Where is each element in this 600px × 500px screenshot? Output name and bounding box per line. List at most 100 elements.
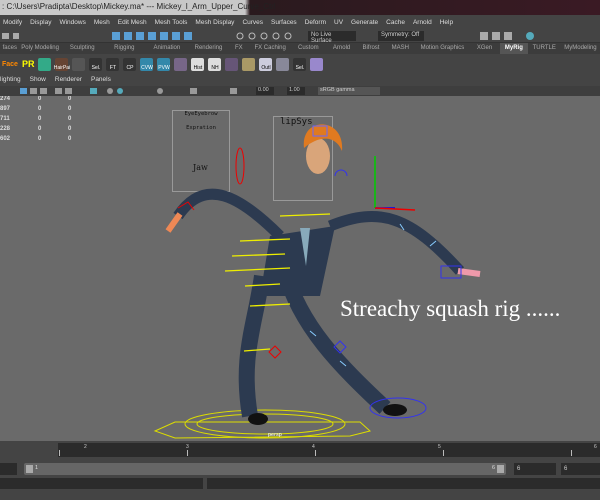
tab-poly-modeling[interactable]: Poly Modeling <box>20 43 61 54</box>
panel-toolbar-icons[interactable] <box>0 86 250 96</box>
window-title: : C:\Users\Pradipta\Desktop\Mickey.ma* -… <box>2 2 276 11</box>
range-end-label: 6 <box>492 465 496 471</box>
shelf-chevron-icon[interactable] <box>225 57 239 71</box>
camera-label: persp <box>268 432 282 438</box>
viewport-persp[interactable]: 274 0 0 897 0 0 711 0 0 228 0 0 602 0 0 EyeEyebrow… <box>0 96 600 441</box>
right-shoe <box>383 404 407 416</box>
shelf-maya-icon[interactable] <box>38 57 52 71</box>
shelf-tabs: faces Poly Modeling Sculpting Rigging An… <box>0 43 600 54</box>
gamma-field[interactable]: 1.00 <box>287 87 305 95</box>
menu-deform[interactable]: Deform <box>305 19 326 26</box>
time-tick <box>59 450 60 456</box>
time-tick-label: 6 <box>594 444 597 450</box>
fk-controls <box>177 147 282 359</box>
start-time-field[interactable] <box>0 463 17 475</box>
shelf-ft-button[interactable]: FT <box>106 57 120 71</box>
max-time-field[interactable]: 6 <box>561 463 600 475</box>
menu-arnold[interactable]: Arnold <box>413 19 432 26</box>
shelf-cp-button[interactable]: CP <box>123 57 137 71</box>
tab-mash[interactable]: MASH <box>385 43 416 54</box>
range-slider[interactable]: 1 6 <box>24 463 506 475</box>
time-tick <box>315 450 316 456</box>
tab-fx-caching[interactable]: FX Caching <box>250 43 291 54</box>
character-rig[interactable] <box>0 96 600 441</box>
menu-generate[interactable]: Generate <box>351 19 378 26</box>
time-tick-label: 2 <box>84 444 87 450</box>
exposure-field[interactable]: 0.00 <box>256 87 274 95</box>
time-tick-label: 5 <box>438 444 441 450</box>
time-slider[interactable]: 2 3 4 5 6 <box>58 443 600 457</box>
panel-toolbar: 0.00 1.00 sRGB gamma <box>0 86 600 96</box>
menu-curves[interactable]: Curves <box>242 19 263 26</box>
tab-motion-graphics[interactable]: Motion Graphics <box>416 43 469 54</box>
shelf-cvw-button[interactable]: CVW <box>140 57 154 71</box>
shelf-sel-button[interactable]: Sel. <box>89 57 103 71</box>
tab-sculpting[interactable]: Sculpting <box>61 43 104 54</box>
live-surface-field[interactable]: No Live Surface <box>308 31 356 44</box>
time-tick <box>443 450 444 456</box>
menu-help[interactable]: Help <box>440 19 453 26</box>
title-bar: : C:\Users\Pradipta\Desktop\Mickey.ma* -… <box>0 0 600 15</box>
x-axis-gizmo <box>374 207 416 211</box>
menu-uv[interactable]: UV <box>334 19 343 26</box>
left-leg <box>238 274 270 418</box>
shelf-cube-icon[interactable] <box>276 57 290 71</box>
tab-turtle[interactable]: TURTLE <box>528 43 561 54</box>
status-toolbar <box>0 29 600 43</box>
menu-surfaces[interactable]: Surfaces <box>271 19 297 26</box>
range-start-label: 1 <box>35 465 39 471</box>
menu-cache[interactable]: Cache <box>386 19 405 26</box>
command-result <box>207 478 600 489</box>
menu-modify[interactable]: Modify <box>3 19 22 26</box>
shelf-sel2-button[interactable]: Sel. <box>293 57 307 71</box>
tab-xgen[interactable]: XGen <box>469 43 500 54</box>
tab-fx[interactable]: FX <box>228 43 250 54</box>
menu-mesh-display[interactable]: Mesh Display <box>195 19 234 26</box>
torso <box>260 226 335 296</box>
time-tick <box>571 450 572 456</box>
menu-display[interactable]: Display <box>30 19 51 26</box>
range-end-handle[interactable] <box>497 465 504 473</box>
tab-animation[interactable]: Animation <box>145 43 189 54</box>
tab-arnold[interactable]: Arnold <box>326 43 357 54</box>
menu-mesh[interactable]: Mesh <box>94 19 110 26</box>
shelf-outl-button[interactable]: Outl <box>259 57 273 71</box>
right-arm <box>327 211 465 275</box>
panel-menu-show[interactable]: Show <box>30 76 46 86</box>
tab-mymodeling[interactable]: MyModeling <box>561 43 600 54</box>
shelf-pr-button[interactable]: PR <box>22 59 35 69</box>
menu-edit-mesh[interactable]: Edit Mesh <box>118 19 147 26</box>
shelf-face-button[interactable]: Face <box>2 61 18 68</box>
panel-menu: lighting Show Renderer Panels <box>0 76 600 86</box>
command-input[interactable] <box>0 478 203 489</box>
anim-end-field[interactable]: 6 <box>514 463 556 475</box>
shelf-pvw-button[interactable]: PVW <box>157 57 171 71</box>
tab-faces[interactable]: faces <box>0 43 20 54</box>
shelf-nh-button[interactable]: NH <box>208 57 222 71</box>
shelf-hairpai-button[interactable]: HairPai <box>54 57 70 71</box>
symmetry-dropdown[interactable]: Symmetry: Off <box>378 31 424 41</box>
tab-rigging[interactable]: Rigging <box>104 43 145 54</box>
shelf-cluster-icon[interactable] <box>242 57 256 71</box>
tab-custom[interactable]: Custom <box>291 43 326 54</box>
panel-menu-lighting[interactable]: lighting <box>0 76 21 86</box>
shelf-hist-button[interactable]: Hist <box>191 57 205 71</box>
color-space-dropdown[interactable]: sRGB gamma <box>318 87 380 95</box>
menu-mesh-tools[interactable]: Mesh Tools <box>155 19 188 26</box>
shelf-tool-icon[interactable] <box>72 57 86 71</box>
command-line <box>0 478 600 490</box>
caption-text: Streachy squash rig ...... <box>340 296 561 321</box>
toolbar-icons[interactable] <box>0 29 600 43</box>
shelf-script-icon[interactable] <box>310 57 324 71</box>
range-start-handle[interactable] <box>26 465 33 473</box>
tab-myrig[interactable]: MyRig <box>500 43 528 54</box>
left-hand <box>165 212 183 233</box>
tab-rendering[interactable]: Rendering <box>189 43 228 54</box>
tab-bifrost[interactable]: Bifrost <box>357 43 384 54</box>
panel-menu-panels[interactable]: Panels <box>91 76 111 86</box>
panel-menu-renderer[interactable]: Renderer <box>55 76 82 86</box>
time-tick <box>187 450 188 456</box>
shelf: Face PR HairPai Sel. FT CP CVW PVW Hist … <box>0 54 600 74</box>
shelf-node-icon[interactable] <box>174 57 188 71</box>
menu-windows[interactable]: Windows <box>59 19 85 26</box>
